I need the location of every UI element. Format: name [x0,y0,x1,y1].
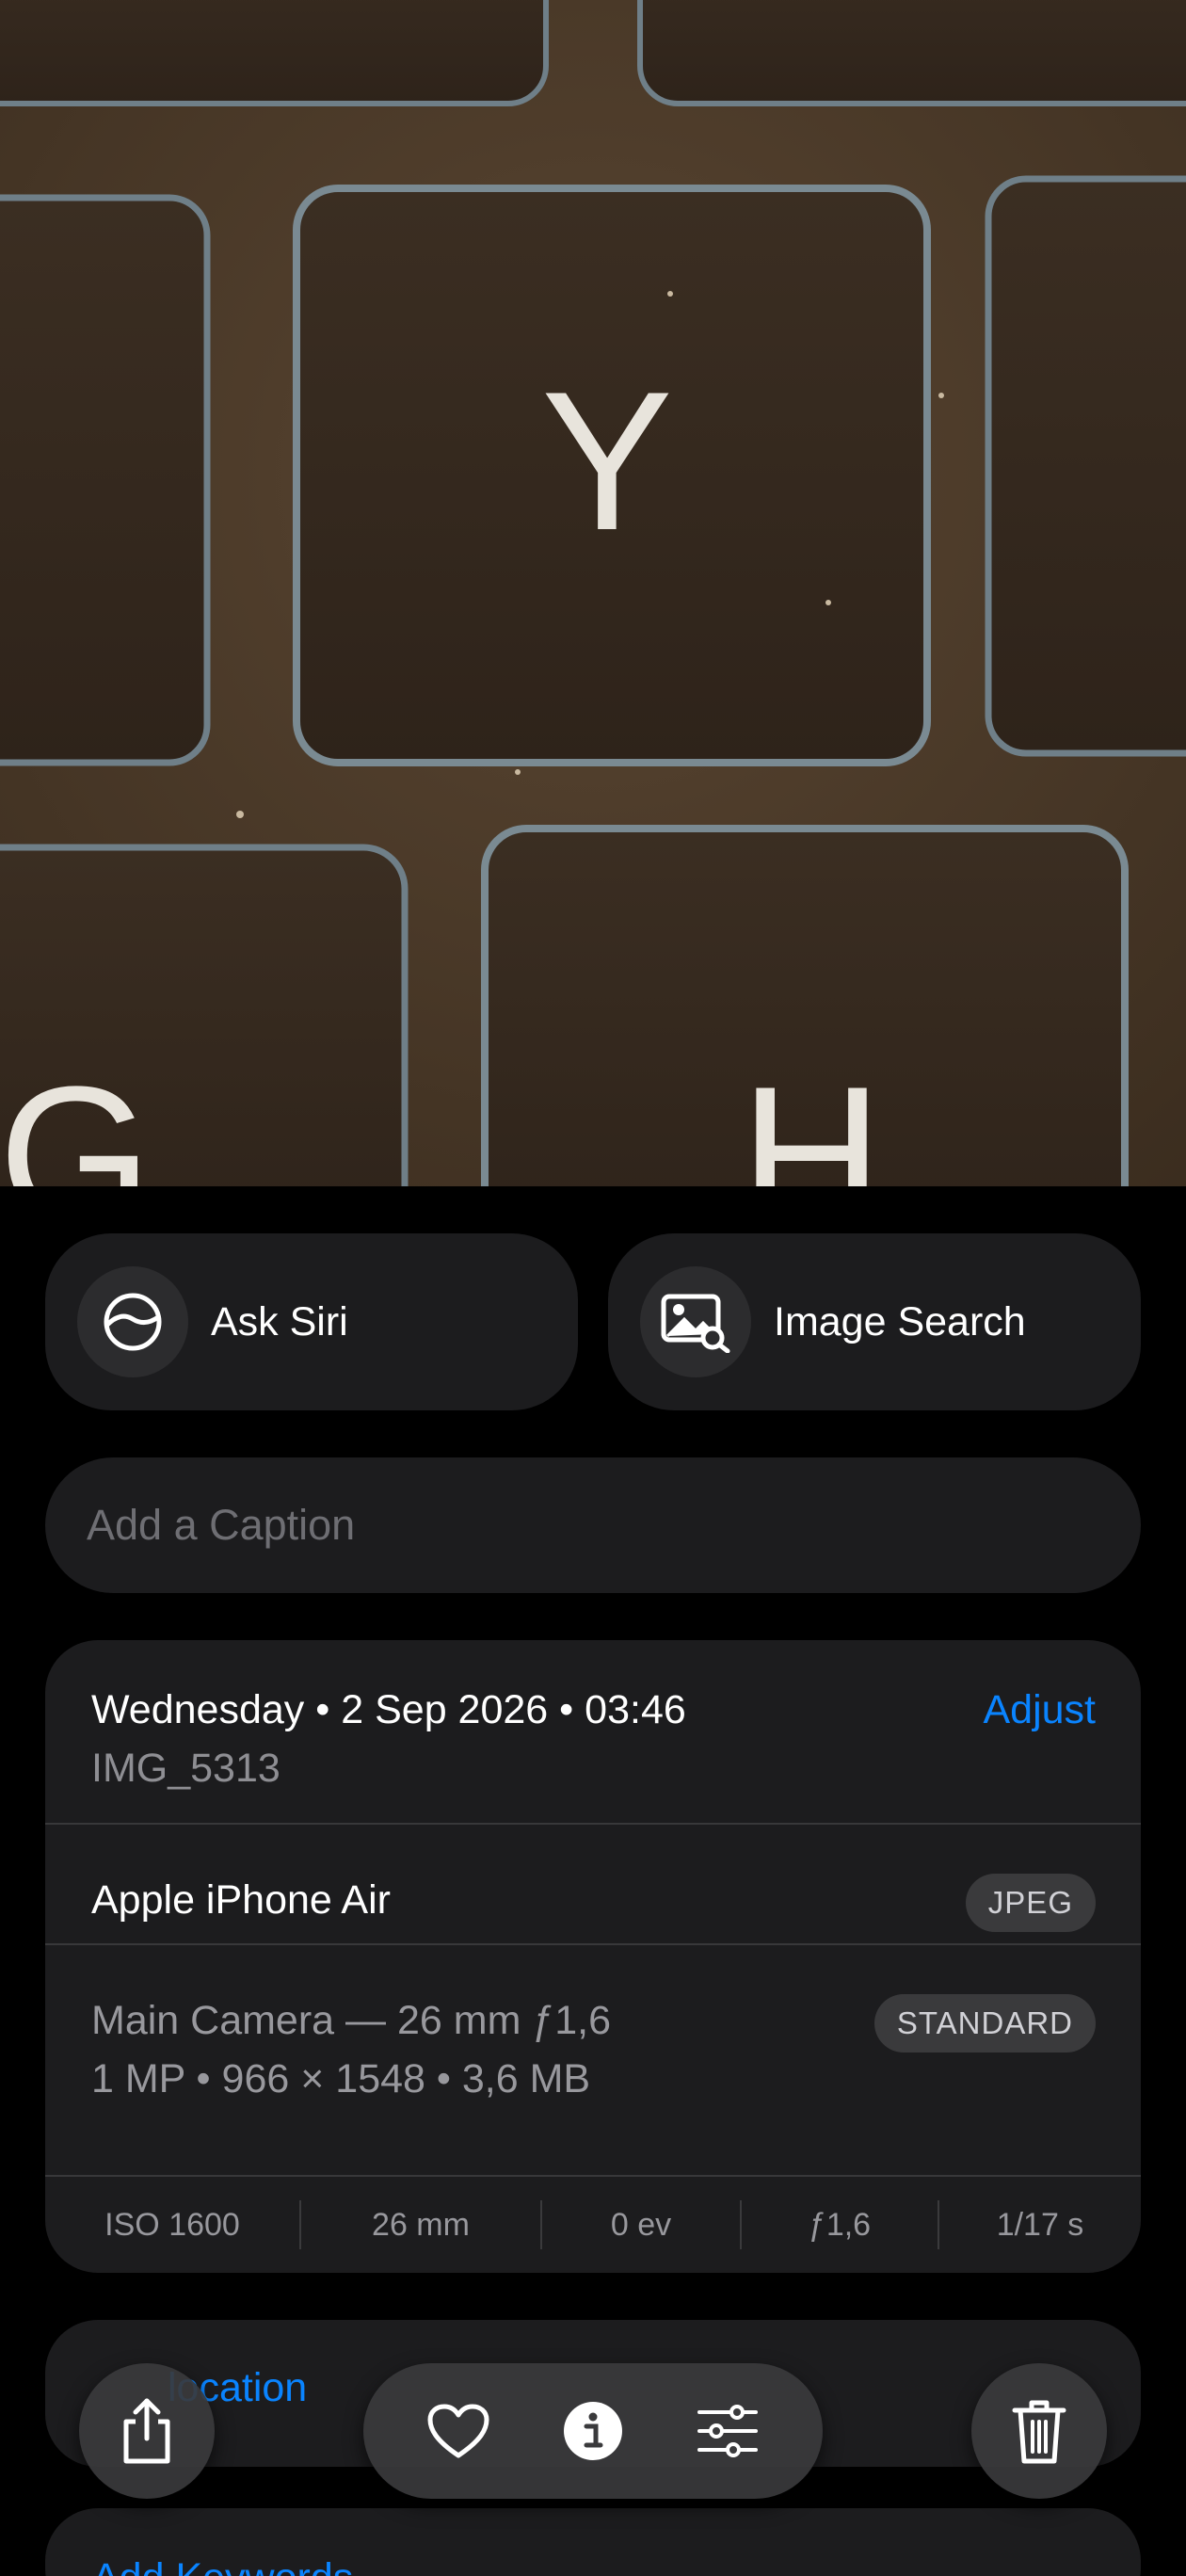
ask-siri-label: Ask Siri [211,1298,348,1344]
share-button[interactable] [79,2363,215,2499]
caption-input[interactable] [87,1501,1028,1550]
adjust-button[interactable]: Adjust [983,1687,1096,1733]
info-panel: Ask Siri Image Search Wednesday • 2 Sep … [0,1186,1186,2576]
exif-focal: 26 mm [372,2206,470,2243]
capture-date: Wednesday • 2 Sep 2026 • 03:46 [91,1687,686,1732]
favorite-button[interactable] [407,2379,510,2483]
add-keywords-link[interactable]: Add Keywords [92,2555,353,2576]
key-letter-g: G [0,1045,152,1186]
siri-icon [77,1266,188,1377]
format-badge: JPEG [965,1874,1096,1932]
heart-icon [427,2404,489,2458]
image-search-button[interactable]: Image Search [608,1233,1141,1410]
divider [45,1943,1141,1945]
trash-icon [1012,2400,1066,2464]
image-details: 1 MP • 966 × 1548 • 3,6 MB [91,2056,591,2101]
key-letter-y: Y [541,350,673,572]
device-name: Apple iPhone Air [91,1877,391,1923]
metadata-card: Wednesday • 2 Sep 2026 • 03:46 IMG_5313 … [45,1640,1141,2273]
info-icon [563,2402,622,2460]
sliders-icon [697,2405,758,2457]
ask-siri-button[interactable]: Ask Siri [45,1233,578,1410]
exif-iso: ISO 1600 [104,2206,240,2243]
exif-shutter: 1/17 s [996,2206,1084,2243]
file-name: IMG_5313 [91,1746,280,1791]
exif-row: ISO 1600 26 mm 0 ev ƒ1,6 1/17 s [45,2177,1141,2273]
divider [45,1823,1141,1825]
key-letter-h: H [740,1045,883,1186]
edit-button[interactable] [676,2379,779,2483]
keyboard-photo: Y G H [0,0,1186,1186]
image-search-icon [640,1266,751,1377]
image-search-label: Image Search [774,1298,1026,1344]
photo-toolbar [363,2363,823,2499]
exif-aperture: ƒ1,6 [808,2206,872,2243]
info-button[interactable] [541,2379,645,2483]
exif-ev: 0 ev [610,2206,672,2243]
photo-view[interactable]: Y G H [0,0,1186,1186]
keywords-card[interactable]: Add Keywords [45,2508,1141,2576]
delete-button[interactable] [971,2363,1107,2499]
mode-badge: STANDARD [873,1994,1096,2053]
caption-field[interactable] [45,1457,1141,1593]
share-icon [123,2398,170,2464]
camera-lens: Main Camera — 26 mm ƒ1,6 [91,1998,612,2043]
